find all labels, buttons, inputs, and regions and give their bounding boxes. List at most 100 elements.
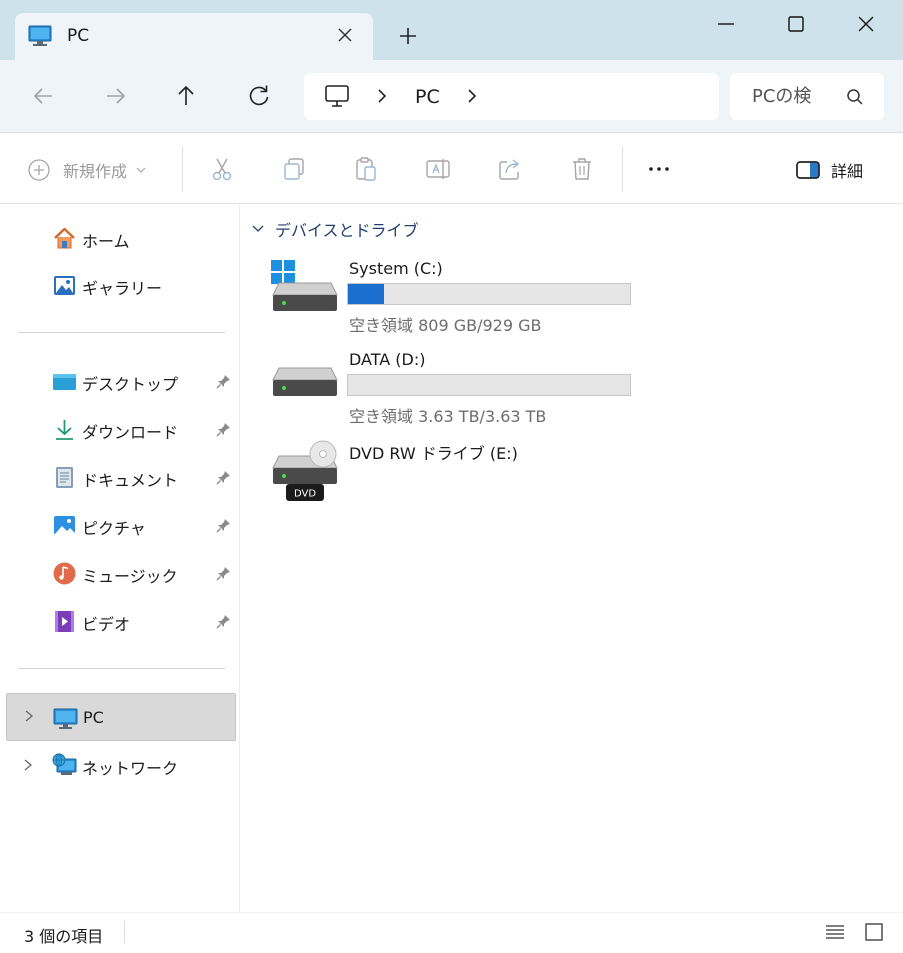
network-icon: [52, 753, 77, 775]
drive-usage-bar: [347, 374, 631, 396]
video-icon: [55, 611, 74, 632]
sidebar-item-pictures[interactable]: ピクチャ: [0, 503, 238, 547]
drive-item[interactable]: DATA (D:) 空き領域 3.63 TB/3.63 TB: [269, 350, 649, 430]
tab-pc[interactable]: PC: [15, 13, 373, 60]
item-count: 3 個の項目: [24, 927, 104, 946]
details-pane-icon: [796, 161, 820, 179]
up-arrow-icon[interactable]: [172, 82, 200, 110]
share-icon[interactable]: [497, 156, 523, 182]
sidebar-item-label: ダウンロード: [82, 423, 179, 442]
document-icon: [56, 467, 73, 488]
sidebar-item-downloads[interactable]: ダウンロード: [0, 407, 238, 451]
sidebar-item-label: ビデオ: [82, 615, 131, 634]
back-arrow-icon[interactable]: [29, 82, 57, 110]
dvd-drive-icon: DVD: [272, 440, 338, 501]
command-separator: [182, 146, 183, 192]
sidebar-item-music[interactable]: ミュージック: [0, 551, 238, 595]
maximize-icon[interactable]: [782, 10, 810, 38]
new-button[interactable]: 新規作成: [27, 156, 147, 184]
rename-icon[interactable]: [425, 156, 451, 182]
new-button-label: 新規作成: [63, 162, 128, 181]
command-bar: 新規作成 詳細: [0, 134, 903, 204]
system-drive-icon: [271, 260, 338, 311]
status-separator: [124, 921, 125, 943]
pin-icon[interactable]: [216, 422, 231, 437]
drive-name: DVD RW ドライブ (E:): [349, 444, 518, 463]
chevron-down-icon: [136, 167, 146, 173]
sidebar-item-label: ネットワーク: [82, 759, 179, 778]
pin-icon[interactable]: [216, 614, 231, 629]
pin-icon[interactable]: [216, 470, 231, 485]
address-bar[interactable]: PC: [304, 73, 719, 120]
drive-free-space: 空き領域 3.63 TB/3.63 TB: [349, 407, 547, 426]
drive-name: DATA (D:): [349, 350, 426, 369]
chevron-right-icon[interactable]: [464, 88, 480, 104]
details-view-icon[interactable]: [824, 921, 846, 943]
search-input[interactable]: [730, 73, 840, 120]
sidebar-divider: [18, 668, 225, 669]
sidebar-item-label: PC: [83, 708, 104, 727]
pin-icon[interactable]: [216, 374, 231, 389]
group-header-label: デバイスとドライブ: [275, 221, 419, 240]
drive-free-space: 空き領域 809 GB/929 GB: [349, 316, 542, 335]
plus-circle-icon: [28, 159, 50, 181]
desktop-icon: [53, 374, 76, 390]
drive-name: System (C:): [349, 259, 443, 278]
sidebar-item-label: ドキュメント: [82, 471, 179, 490]
music-icon: [53, 562, 76, 585]
sidebar-item-label: ピクチャ: [82, 519, 146, 538]
gallery-icon: [54, 276, 75, 295]
navigation-pane: ホーム ギャラリー デスクトップ ダウンロード ドキュメント ピクチャ ミュージ…: [0, 204, 240, 912]
cut-icon[interactable]: [209, 156, 235, 182]
sidebar-item-label: ミュージック: [82, 567, 178, 586]
sidebar-item-label: デスクトップ: [82, 375, 179, 394]
content-pane: デバイスとドライブ System (C:) 空き領域 809 GB/929 GB…: [241, 204, 903, 912]
large-icons-view-icon[interactable]: [863, 921, 885, 943]
tab-title: PC: [67, 26, 90, 46]
drive-usage-fill: [348, 284, 385, 304]
details-pane-button[interactable]: 詳細: [795, 156, 863, 184]
sidebar-item-videos[interactable]: ビデオ: [0, 599, 238, 643]
breadcrumb-pc[interactable]: PC: [415, 86, 440, 108]
navigation-bar: PC: [0, 60, 903, 133]
delete-icon[interactable]: [569, 156, 595, 182]
pc-icon: [53, 708, 78, 729]
forward-arrow-icon[interactable]: [102, 82, 130, 110]
download-icon: [56, 420, 73, 440]
search-box[interactable]: [730, 73, 884, 120]
close-tab-icon[interactable]: [335, 25, 355, 45]
dvd-badge: DVD: [294, 489, 316, 500]
drive-usage-bar: [347, 283, 631, 305]
sidebar-item-documents[interactable]: ドキュメント: [0, 455, 238, 499]
chevron-right-icon[interactable]: [374, 88, 390, 104]
sidebar-item-pc[interactable]: PC: [6, 693, 236, 741]
pin-icon[interactable]: [216, 518, 231, 533]
command-separator: [622, 146, 623, 192]
paste-icon[interactable]: [353, 156, 379, 182]
sidebar-divider: [18, 332, 225, 333]
pin-icon[interactable]: [216, 566, 231, 581]
drive-item[interactable]: System (C:) 空き領域 809 GB/929 GB: [269, 259, 649, 339]
more-icon[interactable]: [646, 156, 672, 182]
sidebar-item-network[interactable]: ネットワーク: [0, 743, 238, 787]
home-icon: [54, 227, 75, 249]
pc-icon: [28, 25, 52, 46]
new-tab-icon[interactable]: [396, 24, 420, 48]
copy-icon[interactable]: [281, 156, 307, 182]
chevron-right-icon[interactable]: [23, 709, 35, 723]
pc-outline-icon: [325, 85, 349, 107]
sidebar-item-home[interactable]: ホーム: [0, 216, 238, 260]
minimize-icon[interactable]: [712, 10, 740, 38]
sidebar-item-desktop[interactable]: デスクトップ: [0, 359, 238, 403]
search-icon[interactable]: [846, 88, 864, 106]
refresh-icon[interactable]: [245, 82, 273, 110]
chevron-right-icon[interactable]: [22, 758, 34, 772]
data-drive-icon: [272, 367, 338, 396]
sidebar-item-label: ホーム: [82, 232, 130, 251]
close-icon[interactable]: [852, 10, 880, 38]
pictures-icon: [54, 516, 75, 535]
sidebar-item-gallery[interactable]: ギャラリー: [0, 263, 238, 307]
drive-item[interactable]: DVD DVD RW ドライブ (E:): [269, 440, 649, 520]
chevron-down-icon[interactable]: [251, 222, 265, 236]
group-header[interactable]: デバイスとドライブ: [251, 218, 419, 240]
